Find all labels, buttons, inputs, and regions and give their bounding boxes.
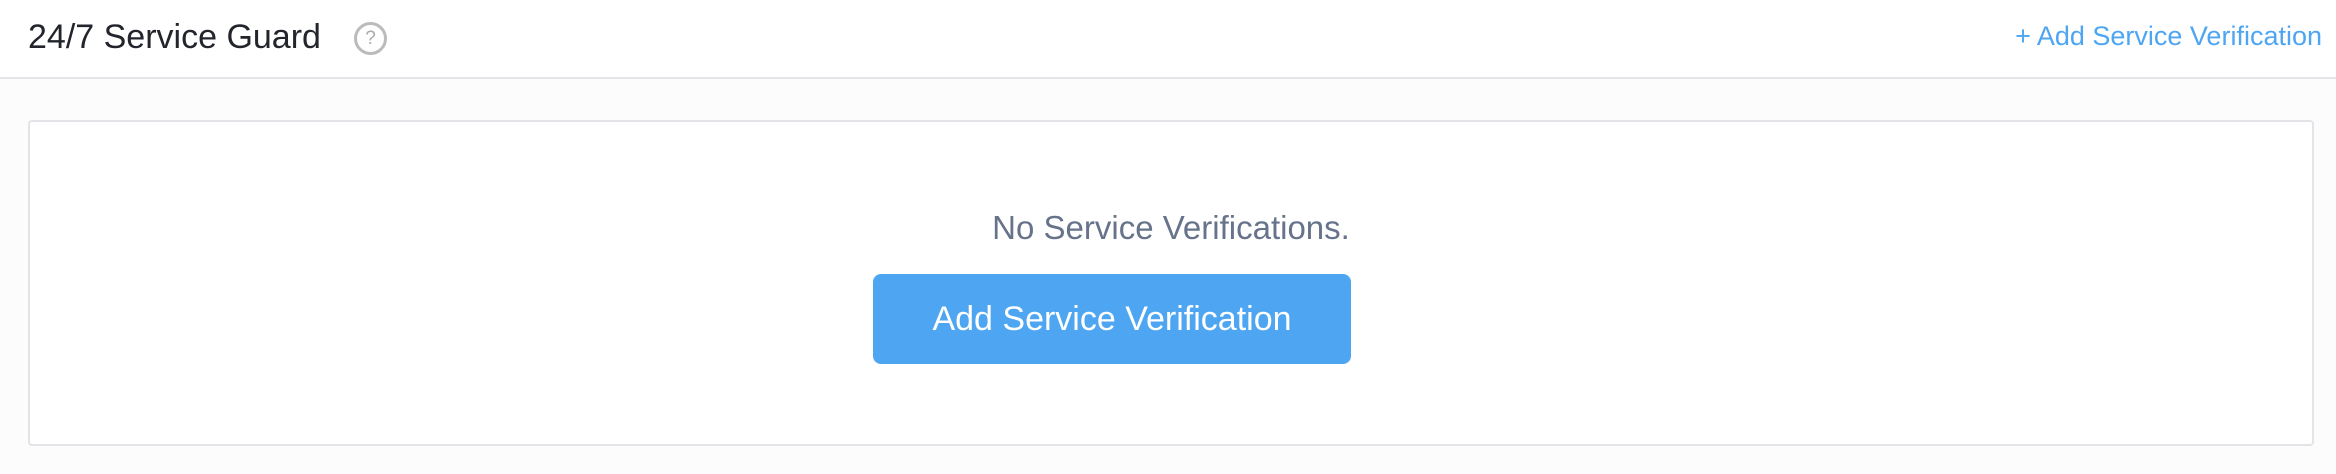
page-header: 24/7 Service Guard ? + Add Service Verif… xyxy=(0,0,2336,79)
service-verifications-panel: No Service Verifications. Add Service Ve… xyxy=(28,120,2314,446)
page-title: 24/7 Service Guard xyxy=(28,18,321,56)
empty-state-message: No Service Verifications. xyxy=(992,209,1350,246)
add-service-verification-link[interactable]: + Add Service Verification xyxy=(2015,18,2322,54)
question-circle-icon[interactable]: ? xyxy=(354,22,387,55)
add-service-verification-button[interactable]: Add Service Verification xyxy=(873,274,1351,364)
